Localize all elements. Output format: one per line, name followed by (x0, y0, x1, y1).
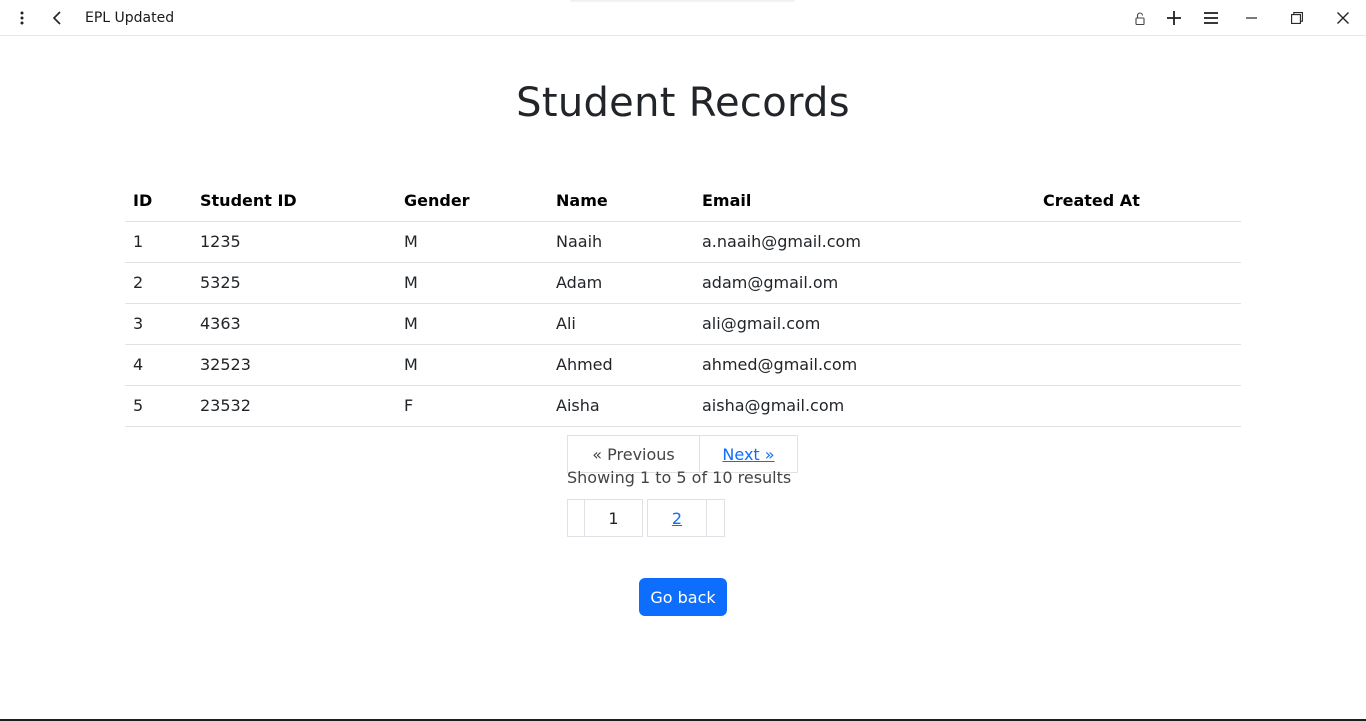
cell-name: Ahmed (548, 344, 694, 386)
cell-email: ali@gmail.com (694, 303, 1035, 345)
cell-id: 1 (125, 221, 192, 263)
column-header-created-at: Created At (1035, 180, 1241, 222)
cell-name: Aisha (548, 385, 694, 427)
column-header-name: Name (548, 180, 694, 222)
cell-email: aisha@gmail.com (694, 385, 1035, 427)
cell-name: Adam (548, 262, 694, 304)
cell-student-id: 5325 (192, 262, 396, 304)
cell-id: 4 (125, 344, 192, 386)
column-header-email: Email (694, 180, 1035, 222)
cell-name: Naaih (548, 221, 694, 263)
cell-created-at (1035, 262, 1241, 304)
cell-id: 5 (125, 385, 192, 427)
table-row: 3 4363 M Ali ali@gmail.com (125, 303, 1241, 345)
student-records-table: ID Student ID Gender Name Email Created … (125, 180, 1241, 427)
table-row: 5 23532 F Aisha aisha@gmail.com (125, 385, 1241, 427)
cell-student-id: 1235 (192, 221, 396, 263)
minimize-icon[interactable] (1240, 0, 1262, 36)
cell-email: ahmed@gmail.com (694, 344, 1035, 386)
go-back-button[interactable]: Go back (639, 578, 727, 616)
page-title: Student Records (516, 80, 850, 126)
cell-name: Ali (548, 303, 694, 345)
table-row: 2 5325 M Adam adam@gmail.om (125, 262, 1241, 304)
more-vertical-icon[interactable] (12, 0, 32, 36)
window-title: EPL Updated (85, 10, 175, 26)
lock-icon[interactable] (1130, 0, 1150, 36)
pagination-prev-arrow[interactable] (567, 499, 585, 537)
cell-created-at (1035, 344, 1241, 386)
cell-student-id: 4363 (192, 303, 396, 345)
cell-gender: F (396, 385, 548, 427)
page-2-link[interactable]: 2 (647, 499, 707, 537)
hamburger-menu-icon[interactable] (1200, 0, 1222, 36)
back-arrow-icon[interactable] (46, 0, 68, 36)
cell-email: adam@gmail.om (694, 262, 1035, 304)
column-header-student-id: Student ID (192, 180, 396, 222)
app-window: EPL Updated Student Records ID Student I… (0, 0, 1366, 721)
numbered-pagination: 1 2 (567, 499, 725, 537)
cell-created-at (1035, 221, 1241, 263)
results-summary: Showing 1 to 5 of 10 results (567, 468, 792, 487)
table-row: 4 32523 M Ahmed ahmed@gmail.com (125, 344, 1241, 386)
table-header-row: ID Student ID Gender Name Email Created … (125, 180, 1241, 222)
column-header-gender: Gender (396, 180, 548, 222)
cell-id: 2 (125, 262, 192, 304)
pagination-next-arrow[interactable] (706, 499, 725, 537)
restore-icon[interactable] (1286, 0, 1308, 36)
close-icon[interactable] (1332, 0, 1354, 36)
plus-icon[interactable] (1163, 0, 1185, 36)
cell-gender: M (396, 344, 548, 386)
cell-email: a.naaih@gmail.com (694, 221, 1035, 263)
cell-created-at (1035, 303, 1241, 345)
title-bar: EPL Updated (0, 0, 1366, 36)
cell-id: 3 (125, 303, 192, 345)
cell-student-id: 32523 (192, 344, 396, 386)
window-drag-handle (570, 0, 795, 3)
page-1-current: 1 (584, 499, 643, 537)
cell-gender: M (396, 303, 548, 345)
cell-gender: M (396, 221, 548, 263)
table-row: 1 1235 M Naaih a.naaih@gmail.com (125, 221, 1241, 263)
cell-student-id: 23532 (192, 385, 396, 427)
column-header-id: ID (125, 180, 192, 222)
cell-gender: M (396, 262, 548, 304)
cell-created-at (1035, 385, 1241, 427)
